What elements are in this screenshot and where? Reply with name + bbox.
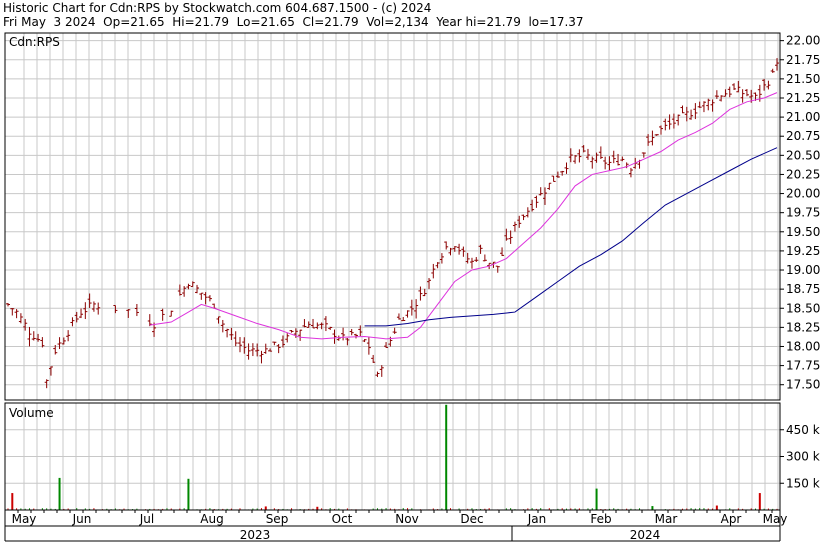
volume-tick-label: 300 k: [786, 450, 820, 464]
price-tick-label: 21.25: [786, 91, 820, 105]
price-tick-label: 21.50: [786, 72, 820, 86]
volume-spike-bar: [187, 478, 190, 510]
price-tick-label: 19.00: [786, 263, 820, 277]
price-tick-label: 22.00: [786, 34, 820, 48]
volume-spike-bar: [758, 493, 761, 510]
price-tick-label: 20.25: [786, 167, 820, 181]
volume-grid: [5, 403, 780, 510]
volume-axis-ticks: 450 k 300 k 150 k: [780, 423, 820, 490]
chart-frames: [4, 32, 781, 542]
price-tick-label: 19.75: [786, 206, 820, 220]
year-label: 2023: [240, 528, 271, 542]
volume-spike-bar: [715, 505, 718, 510]
stock-chart: 22.00 21.75 21.50 21.25 21.00 20.75 20.50 20.25…: [4, 32, 820, 542]
price-tick-label: 19.25: [786, 244, 820, 258]
year-label: 2024: [630, 528, 661, 542]
month-label: Apr: [721, 512, 742, 526]
volume-spike-bar: [264, 506, 267, 510]
month-label: May: [763, 512, 788, 526]
price-tick-label: 20.00: [786, 187, 820, 201]
price-grid: [5, 33, 780, 400]
moving-average-short-line: [149, 92, 778, 340]
price-panel-symbol-label: Cdn:RPS: [9, 35, 60, 49]
price-tick-label: 21.75: [786, 53, 820, 67]
price-tick-label: 19.50: [786, 225, 820, 239]
month-label: Jan: [527, 512, 547, 526]
volume-spike-bar: [445, 404, 448, 510]
month-label: Jun: [72, 512, 92, 526]
volume-spike-bar: [651, 506, 654, 510]
volume-spike-bar: [595, 488, 598, 510]
month-label: Sep: [266, 512, 289, 526]
month-label: Jul: [139, 512, 154, 526]
price-panel-frame: [4, 32, 781, 401]
price-tick-label: 17.50: [786, 378, 820, 392]
month-label: Feb: [590, 512, 611, 526]
volume-spike-bar: [58, 477, 61, 510]
volume-spike-bar: [11, 493, 14, 510]
volume-panel-label: Volume: [9, 406, 54, 420]
month-label: Oct: [332, 512, 353, 526]
price-tick-label: 21.00: [786, 110, 820, 124]
month-label: May: [12, 512, 37, 526]
month-label: Aug: [200, 512, 223, 526]
price-tick-label: 18.50: [786, 301, 820, 315]
price-tick-label: 18.25: [786, 320, 820, 334]
month-label: Mar: [655, 512, 678, 526]
volume-bars: [7, 404, 778, 510]
volume-tick-label: 150 k: [786, 476, 820, 490]
price-axis-ticks: 22.00 21.75 21.50 21.25 21.00 20.75 20.50 20.25…: [780, 34, 820, 392]
month-label: Dec: [460, 512, 483, 526]
price-tick-label: 17.75: [786, 359, 820, 373]
price-tick-label: 20.75: [786, 129, 820, 143]
price-tick-label: 18.75: [786, 282, 820, 296]
price-tick-label: 18.00: [786, 339, 820, 353]
month-label: Nov: [395, 512, 418, 526]
volume-tick-label: 450 k: [786, 423, 820, 437]
price-tick-label: 20.50: [786, 148, 820, 162]
